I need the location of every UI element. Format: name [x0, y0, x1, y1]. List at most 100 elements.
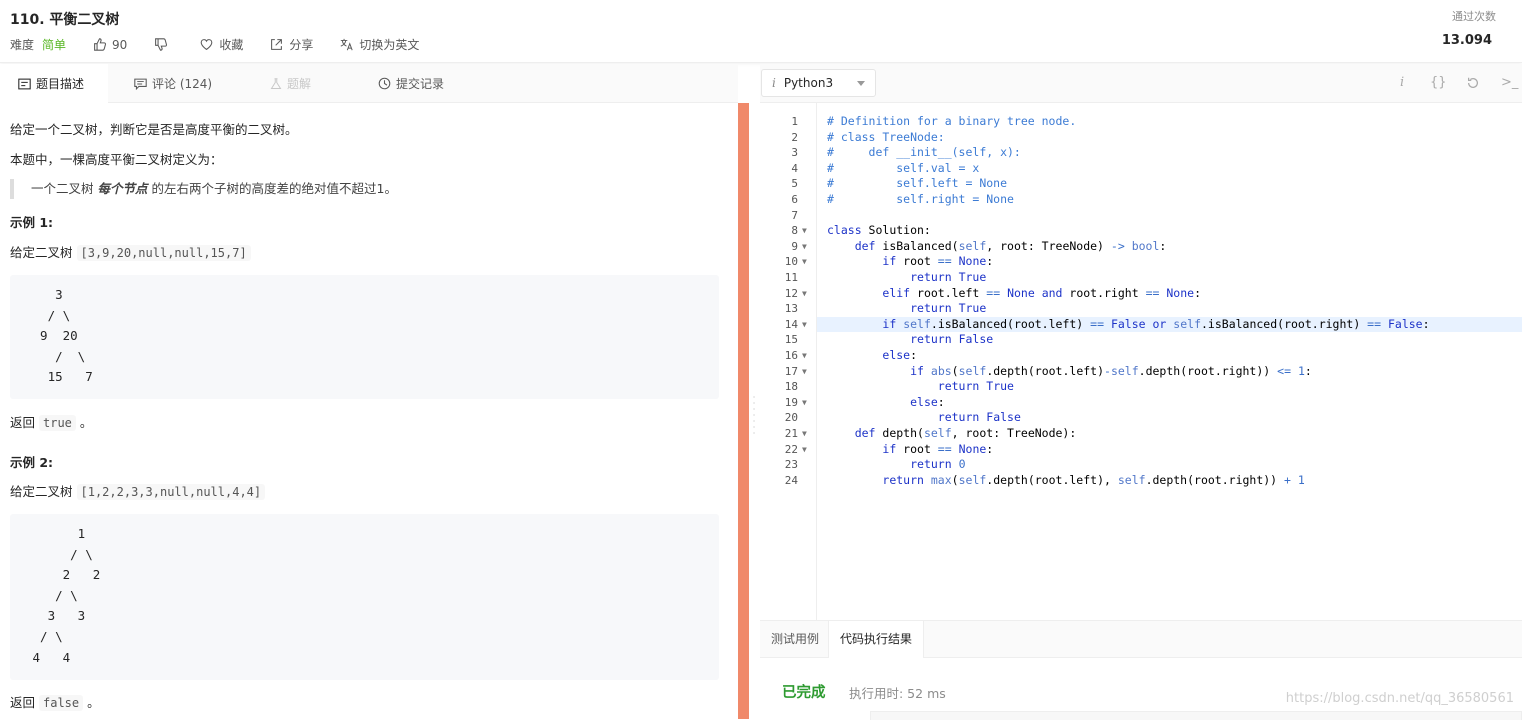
code-braces-icon[interactable]: {} [1430, 75, 1447, 90]
fold-arrow-icon[interactable]: ▼ [802, 254, 807, 270]
switch-language-button[interactable]: 切换为英文 [340, 36, 419, 53]
code-text: # class TreeNode: [827, 129, 945, 144]
chevron-down-icon [857, 81, 865, 86]
tab-solution-label: 题解 [287, 77, 312, 91]
problem-description: 给定一个二叉树，判断它是否是高度平衡的二叉树。 本题中，一棵高度平衡二叉树定义为… [0, 103, 738, 719]
problem-meta: 难度 简单 90 收藏 分享 切换为英文 [10, 36, 446, 53]
tree-line: 15 7 [25, 369, 93, 385]
line-number: 21 [784, 427, 798, 440]
example-1-return: 返回 [10, 415, 36, 430]
language-select[interactable]: i Python3 [761, 69, 876, 97]
code-text: else: [882, 348, 918, 362]
tab-submissions[interactable]: 提交记录 [378, 64, 444, 103]
problem-header: 110. 平衡二叉树 难度 简单 90 收藏 分享 切换为英文 通过次数 13.… [0, 0, 1522, 63]
info-icon[interactable]: i [1400, 75, 1404, 90]
line-number: 6 [791, 193, 798, 206]
line-number: 3 [791, 146, 798, 160]
code-line[interactable]: 23 return 0 [760, 457, 1522, 473]
tab-description-label: 题目描述 [36, 77, 85, 91]
tab-comments[interactable]: 评论 (124) [134, 64, 212, 103]
example-1-output: 返回 true 。 [10, 412, 92, 431]
code-line[interactable]: 9 ▼ def isBalanced(self, root: TreeNode) … [760, 239, 1522, 255]
example-2-given: 给定二叉树 [10, 484, 73, 499]
code-line[interactable]: 22 ▼ if root == None: [760, 442, 1522, 458]
panel-splitter[interactable] [738, 103, 749, 719]
tab-solution[interactable]: 题解 [270, 64, 311, 103]
code-line[interactable]: 2 # class TreeNode: [760, 130, 1522, 146]
code-line[interactable]: 16 ▼ else: [760, 348, 1522, 364]
code-text: return True [910, 301, 987, 316]
fold-arrow-icon[interactable]: ▼ [802, 395, 807, 411]
fold-arrow-icon[interactable]: ▼ [802, 317, 807, 333]
line-number: 17 [784, 364, 798, 378]
tab-run-result[interactable]: 代码执行结果 [828, 621, 925, 658]
code-line[interactable]: 4 # self.val = x [760, 161, 1522, 177]
code-line[interactable]: 5 # self.left = None [760, 176, 1522, 192]
fold-arrow-icon[interactable]: ▼ [802, 223, 807, 239]
code-line[interactable]: 21 ▼ def depth(self, root: TreeNode): [760, 426, 1522, 442]
console-icon[interactable]: >_ [1501, 75, 1518, 90]
example-1-title: 示例 1: [10, 215, 54, 230]
language-value: Python3 [783, 76, 834, 90]
share-button[interactable]: 分享 [270, 36, 313, 53]
line-number: 16 [784, 349, 798, 362]
line-number: 12 [784, 286, 798, 300]
line-number: 5 [791, 177, 798, 191]
document-icon [18, 78, 31, 89]
run-status: 已完成 [782, 685, 826, 701]
tab-testcase[interactable]: 测试用例 [760, 621, 830, 658]
code-line[interactable]: 19 ▼ else: [760, 395, 1522, 411]
example-1-given: 给定二叉树 [10, 245, 73, 260]
thumbs-down-icon [155, 38, 168, 51]
example-1-input-code: [3,9,20,null,null,15,7] [76, 245, 251, 261]
problem-definition: 本题中，一棵高度平衡二叉树定义为： [10, 152, 223, 167]
code-line[interactable]: 20 return False [760, 410, 1522, 426]
like-button[interactable]: 90 [93, 38, 127, 52]
favorite-button[interactable]: 收藏 [200, 36, 243, 53]
code-line[interactable]: 8 ▼ class Solution: [760, 223, 1522, 239]
code-line[interactable]: 6 # self.right = None [760, 192, 1522, 208]
result-tab-bar: 测试用例 代码执行结果 [760, 621, 1522, 658]
code-line[interactable]: 13 return True [760, 301, 1522, 317]
heart-icon [201, 39, 213, 51]
code-line[interactable]: 18 return True [760, 379, 1522, 395]
code-line[interactable]: 14 ▼ if self.isBalanced(root.left) == Fal… [760, 317, 1522, 333]
code-text: else: [910, 394, 945, 409]
fold-arrow-icon[interactable]: ▼ [802, 364, 807, 380]
line-number: 8 [791, 224, 798, 238]
fold-arrow-icon[interactable]: ▼ [802, 286, 807, 302]
code-line[interactable]: 3 # def __init__(self, x): [760, 145, 1522, 161]
fold-arrow-icon[interactable]: ▼ [802, 348, 807, 364]
fold-arrow-icon[interactable]: ▼ [802, 239, 807, 255]
dislike-button[interactable] [154, 38, 173, 51]
splitter-grip-icon[interactable]: · · · · · · · [751, 394, 757, 441]
code-line[interactable]: 7 [760, 208, 1522, 224]
line-number: 13 [784, 302, 798, 316]
tab-comments-label: 评论 (124) [152, 77, 213, 91]
tree-line: 1 [25, 526, 86, 541]
code-line[interactable]: 12 ▼ elif root.left == None and root.righ… [760, 286, 1522, 302]
problem-statement: 给定一个二叉树，判断它是否是高度平衡的二叉树。 [10, 122, 298, 137]
code-line[interactable]: 11 return True [760, 270, 1522, 286]
example-2-return: 返回 [10, 695, 36, 710]
code-line[interactable]: 17 ▼ if abs(self.depth(root.left)-self.de… [760, 364, 1522, 380]
code-editor[interactable]: 1 # Definition for a binary tree node. 2 # … [760, 103, 1522, 620]
code-text: if root == None: [882, 441, 994, 456]
code-line[interactable]: 24 return max(self.depth(root.left), sel… [760, 473, 1522, 489]
fold-arrow-icon[interactable]: ▼ [802, 442, 807, 458]
difficulty-label: 难度 [10, 38, 35, 52]
code-line[interactable]: 10 ▼ if root == None: [760, 254, 1522, 270]
code-line[interactable]: 1 # Definition for a binary tree node. [760, 114, 1522, 130]
like-count: 90 [112, 37, 128, 52]
tab-description[interactable]: 题目描述 [0, 64, 108, 103]
reset-icon[interactable] [1466, 76, 1480, 90]
code-line[interactable]: 15 return False [760, 332, 1522, 348]
code-text: # def __init__(self, x): [827, 145, 1021, 160]
fold-arrow-icon[interactable]: ▼ [802, 426, 807, 442]
tree-line: / \ [25, 628, 63, 644]
tree-line: 2 2 [25, 567, 101, 583]
result-panel: 测试用例 代码执行结果 已完成 执行用时: 52 ms https://blog… [760, 620, 1522, 720]
line-number: 4 [791, 161, 798, 175]
quote-text-post: 的左右两个子树的高度差的绝对值不超过1。 [151, 181, 397, 196]
tab-submissions-label: 提交记录 [396, 77, 445, 91]
